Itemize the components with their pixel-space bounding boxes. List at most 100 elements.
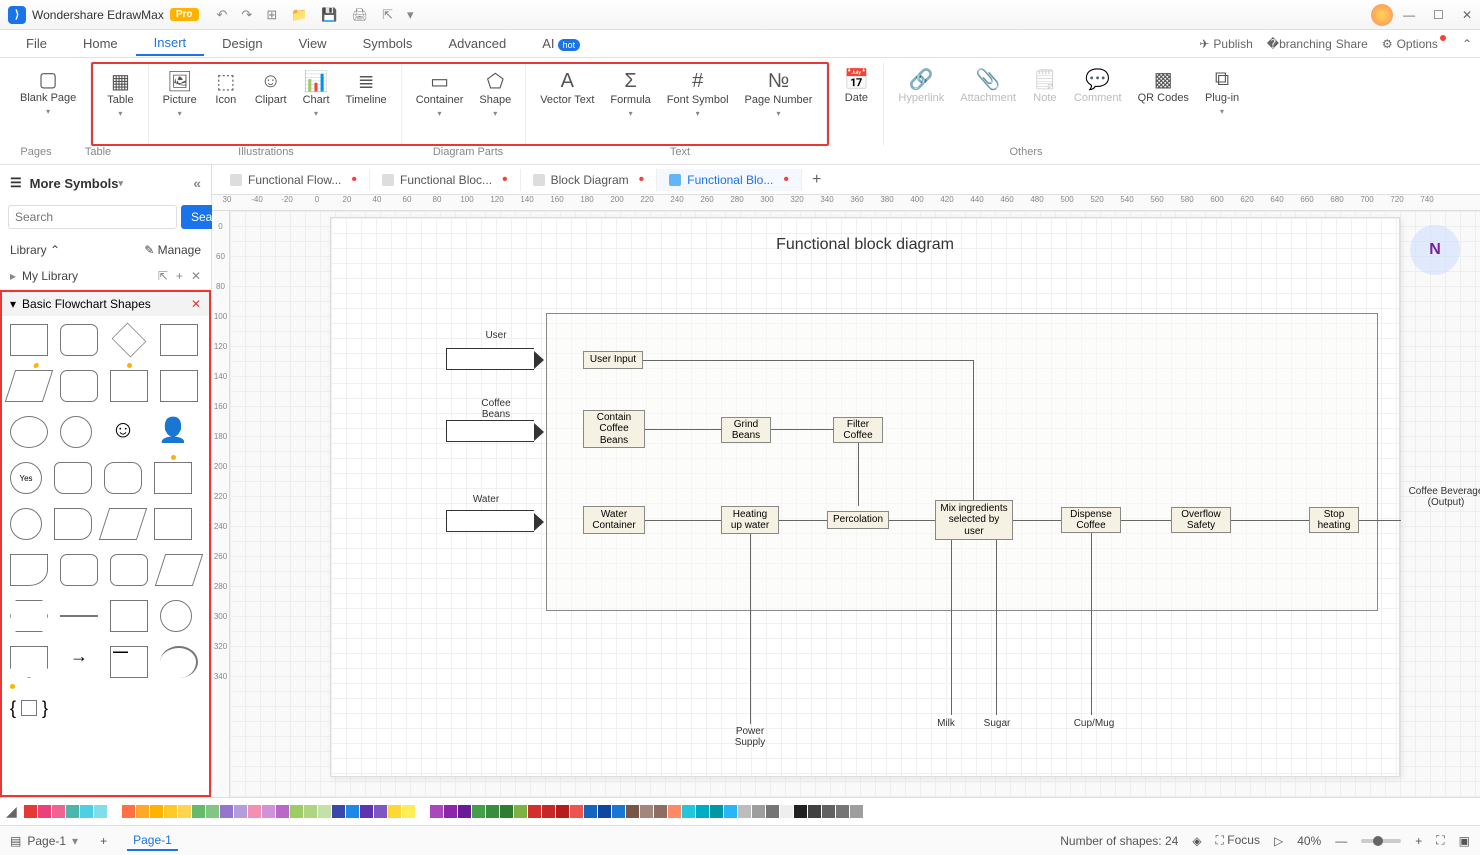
- color-swatch[interactable]: [780, 805, 793, 818]
- shape-hex[interactable]: [10, 600, 48, 632]
- color-swatch[interactable]: [402, 805, 415, 818]
- label-power[interactable]: Power Supply: [729, 726, 771, 748]
- menu-view[interactable]: View: [281, 32, 345, 55]
- color-swatch[interactable]: [38, 805, 51, 818]
- color-swatch[interactable]: [164, 805, 177, 818]
- shape-circ3[interactable]: [160, 600, 192, 632]
- close-button[interactable]: ✕: [1462, 8, 1472, 22]
- color-swatch[interactable]: [738, 805, 751, 818]
- ribbon-clipart[interactable]: ☺Clipart: [247, 66, 295, 109]
- menu-design[interactable]: Design: [204, 32, 280, 55]
- view-3d-icon[interactable]: ◈: [1192, 834, 1201, 848]
- color-swatch[interactable]: [794, 805, 807, 818]
- add-page-button[interactable]: +: [100, 834, 107, 848]
- options-button[interactable]: ⚙ Options: [1382, 37, 1448, 51]
- shape-line[interactable]: [60, 615, 98, 617]
- shape-delay[interactable]: [110, 554, 148, 586]
- shape-arc[interactable]: [160, 646, 198, 678]
- ribbon-vector-text[interactable]: AVector Text: [532, 66, 602, 109]
- color-swatch[interactable]: [640, 805, 653, 818]
- zoom-in-button[interactable]: +: [1415, 834, 1422, 848]
- qat-caret-icon[interactable]: ▾: [407, 7, 414, 23]
- block-mix[interactable]: Mix ingredients selected by user: [935, 500, 1013, 540]
- color-swatch[interactable]: [178, 805, 191, 818]
- block-dispense[interactable]: Dispense Coffee: [1061, 507, 1121, 533]
- shape-internal[interactable]: [160, 370, 198, 402]
- color-swatch[interactable]: [570, 805, 583, 818]
- color-swatch[interactable]: [850, 805, 863, 818]
- color-swatch[interactable]: [346, 805, 359, 818]
- maximize-button[interactable]: ☐: [1433, 8, 1444, 22]
- label-cup[interactable]: Cup/Mug: [1069, 718, 1119, 729]
- shape-ellipse[interactable]: [10, 416, 48, 448]
- shape-hex2[interactable]: [110, 600, 148, 632]
- mylib-close-icon[interactable]: ✕: [191, 269, 201, 283]
- ribbon-qr-codes[interactable]: ▩QR Codes: [1130, 64, 1197, 107]
- label-milk[interactable]: Milk: [931, 718, 961, 729]
- doc-tab[interactable]: Block Diagram•: [521, 169, 658, 191]
- fullscreen-icon[interactable]: ▣: [1459, 834, 1470, 848]
- shape-rect3[interactable]: [154, 508, 192, 540]
- color-swatch[interactable]: [318, 805, 331, 818]
- diagram-frame[interactable]: [546, 313, 1378, 611]
- color-swatch[interactable]: [52, 805, 65, 818]
- shape-person[interactable]: ☺: [104, 416, 142, 448]
- label-user[interactable]: User: [471, 330, 521, 341]
- shape-decision[interactable]: [112, 323, 147, 358]
- color-swatch[interactable]: [430, 805, 443, 818]
- ribbon-formula[interactable]: ΣFormula▾: [602, 66, 658, 120]
- doc-tab[interactable]: Functional Blo...•: [657, 169, 802, 191]
- color-swatch[interactable]: [150, 805, 163, 818]
- shape-connector[interactable]: [60, 416, 92, 448]
- mylib-add-icon[interactable]: +: [176, 269, 183, 283]
- shape-rect2[interactable]: [160, 324, 198, 356]
- doc-tab[interactable]: Functional Flow...•: [218, 169, 370, 191]
- label-output[interactable]: Coffee Beverage (Output): [1401, 486, 1480, 508]
- color-swatch[interactable]: [94, 805, 107, 818]
- ribbon-font-symbol[interactable]: #Font Symbol▾: [659, 66, 737, 120]
- export-icon[interactable]: ⇱: [382, 7, 393, 23]
- shape-note[interactable]: ▬▬▬: [110, 646, 148, 678]
- color-swatch[interactable]: [220, 805, 233, 818]
- redo-icon[interactable]: ↷: [241, 7, 252, 23]
- color-swatch[interactable]: [514, 805, 527, 818]
- shape-cylinder[interactable]: [104, 462, 142, 494]
- color-swatch[interactable]: [766, 805, 779, 818]
- ribbon-container[interactable]: ▭Container▾: [408, 66, 472, 120]
- ribbon-chart[interactable]: 📊Chart▾: [295, 66, 338, 120]
- shape-direct[interactable]: [54, 508, 92, 540]
- shape-db[interactable]: [54, 462, 92, 494]
- menu-file[interactable]: File: [8, 32, 65, 55]
- block-grind[interactable]: Grind Beans: [721, 417, 771, 443]
- ribbon-timeline[interactable]: ≣Timeline: [338, 66, 395, 109]
- color-swatch[interactable]: [248, 805, 261, 818]
- page-caret-icon[interactable]: ▾: [72, 834, 78, 848]
- ribbon-icon[interactable]: ⬚Icon: [205, 66, 247, 109]
- focus-button[interactable]: ⛶ Focus: [1216, 833, 1260, 848]
- color-swatch[interactable]: [542, 805, 555, 818]
- add-tab-button[interactable]: +: [802, 167, 831, 193]
- color-swatch[interactable]: [486, 805, 499, 818]
- color-swatch[interactable]: [136, 805, 149, 818]
- publish-button[interactable]: ✈ Publish: [1199, 37, 1252, 51]
- color-swatch[interactable]: [668, 805, 681, 818]
- color-swatch[interactable]: [374, 805, 387, 818]
- color-swatch[interactable]: [416, 805, 429, 818]
- shape-offpage[interactable]: [10, 646, 48, 678]
- color-swatch[interactable]: [556, 805, 569, 818]
- color-swatch[interactable]: [80, 805, 93, 818]
- color-swatch[interactable]: [388, 805, 401, 818]
- color-swatch[interactable]: [122, 805, 135, 818]
- date-button[interactable]: 📅Date: [835, 64, 877, 107]
- block-heating[interactable]: Heating up water: [721, 506, 779, 534]
- open-icon[interactable]: 📁: [291, 7, 307, 23]
- menu-home[interactable]: Home: [65, 32, 136, 55]
- new-icon[interactable]: ⊞: [266, 7, 277, 23]
- color-swatch[interactable]: [626, 805, 639, 818]
- arrow-water[interactable]: [446, 510, 534, 532]
- color-swatch[interactable]: [808, 805, 821, 818]
- color-swatch[interactable]: [444, 805, 457, 818]
- color-swatch[interactable]: [822, 805, 835, 818]
- fit-page-icon[interactable]: ⛶: [1436, 833, 1444, 848]
- menu-advanced[interactable]: Advanced: [430, 32, 524, 55]
